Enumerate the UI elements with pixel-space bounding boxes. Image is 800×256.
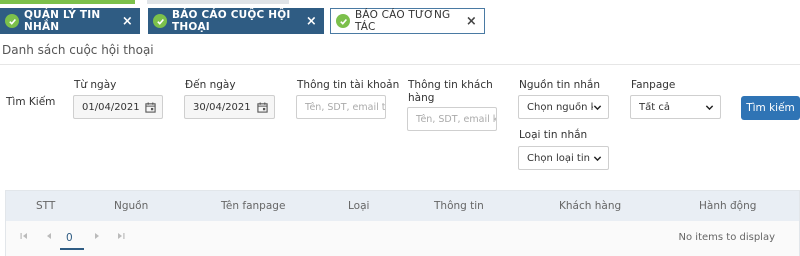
close-icon[interactable]: × <box>122 15 133 28</box>
conversation-grid: STT Nguồn Tên fanpage Loại Thông tin Khá… <box>5 190 800 256</box>
source-label: Nguồn tin nhắn <box>519 79 601 91</box>
fanpage-select-value: Tất cả <box>639 101 670 113</box>
message-type-label: Loại tin nhắn <box>519 129 588 141</box>
customer-info-placeholder: Tên, SDT, email khá <box>416 113 496 125</box>
tab-label: BÁO CÁO TƯƠNG TÁC <box>355 9 451 33</box>
from-date-label: Từ ngày <box>74 79 117 91</box>
grid-header: STT Nguồn Tên fanpage Loại Thông tin Khá… <box>6 191 799 221</box>
customer-info-input[interactable]: Tên, SDT, email khá <box>407 107 497 131</box>
column-header-fanpage[interactable]: Tên fanpage <box>221 200 285 212</box>
tab-bar: QUẢN LÝ TIN NHẮN × BÁO CÁO CUỘC HỘI THOẠ… <box>0 0 800 38</box>
grid-pager: 0 No items to display <box>6 221 799 256</box>
page-title: Danh sách cuộc hội thoại <box>2 43 154 57</box>
chevron-down-icon <box>593 104 602 110</box>
column-header-source[interactable]: Nguồn <box>114 200 148 212</box>
to-date-label: Đến ngày <box>185 79 236 91</box>
current-page-number[interactable]: 0 <box>66 232 73 244</box>
account-info-label: Thông tin tài khoản <box>297 79 400 91</box>
calendar-icon[interactable] <box>257 101 268 113</box>
from-date-field[interactable]: 01/04/2021 <box>73 95 163 119</box>
tab-label: BÁO CÁO CUỘC HỘI THOẠI <box>172 9 291 33</box>
column-header-action[interactable]: Hành động <box>699 200 756 212</box>
fanpage-select[interactable]: Tất cả <box>630 95 721 119</box>
column-header-type[interactable]: Loại <box>348 200 369 212</box>
check-icon <box>153 14 167 28</box>
tab-bao-cao-cuoc-hoi-thoai[interactable]: BÁO CÁO CUỘC HỘI THOẠI × <box>148 8 324 34</box>
column-header-stt[interactable]: STT <box>36 200 55 212</box>
tab-bao-cao-tuong-tac[interactable]: BÁO CÁO TƯƠNG TÁC × <box>330 8 485 34</box>
tab-label: QUẢN LÝ TIN NHẮN <box>24 9 101 33</box>
account-info-placeholder: Tên, SDT, email tài <box>305 101 386 113</box>
column-header-customer[interactable]: Khách hàng <box>559 200 621 212</box>
message-type-select[interactable]: Chọn loại tin nh <box>518 146 609 170</box>
chevron-down-icon <box>593 155 602 161</box>
to-date-field[interactable]: 30/04/2021 <box>184 95 275 119</box>
tab-strip-accent <box>0 0 135 4</box>
close-icon[interactable]: × <box>306 15 317 28</box>
search-label: Tìm Kiếm <box>6 96 56 108</box>
first-page-icon[interactable] <box>20 232 28 240</box>
customer-info-label: Thông tin khách hàng <box>408 79 493 104</box>
to-date-value: 30/04/2021 <box>193 101 251 113</box>
divider <box>0 64 800 65</box>
source-select-value: Chọn nguồn khá <box>527 101 593 113</box>
account-info-input[interactable]: Tên, SDT, email tài <box>296 95 386 119</box>
message-type-select-value: Chọn loại tin nh <box>527 152 593 164</box>
fanpage-label: Fanpage <box>631 79 676 91</box>
chevron-down-icon <box>705 104 714 110</box>
column-header-info[interactable]: Thông tin <box>434 200 484 212</box>
previous-page-icon[interactable] <box>45 232 53 240</box>
last-page-icon[interactable] <box>117 232 125 240</box>
tab-strip <box>147 0 289 4</box>
current-page-indicator <box>60 248 84 250</box>
source-select[interactable]: Chọn nguồn khá <box>518 95 609 119</box>
calendar-icon[interactable] <box>145 101 156 113</box>
close-icon[interactable]: × <box>466 15 477 28</box>
next-page-icon[interactable] <box>93 232 101 240</box>
check-icon <box>336 14 350 28</box>
from-date-value: 01/04/2021 <box>82 101 140 113</box>
tab-quan-ly-tin-nhan[interactable]: QUẢN LÝ TIN NHẮN × <box>0 8 140 34</box>
empty-grid-message: No items to display <box>678 232 775 243</box>
search-button[interactable]: Tìm kiếm <box>741 96 800 120</box>
check-icon <box>5 14 19 28</box>
